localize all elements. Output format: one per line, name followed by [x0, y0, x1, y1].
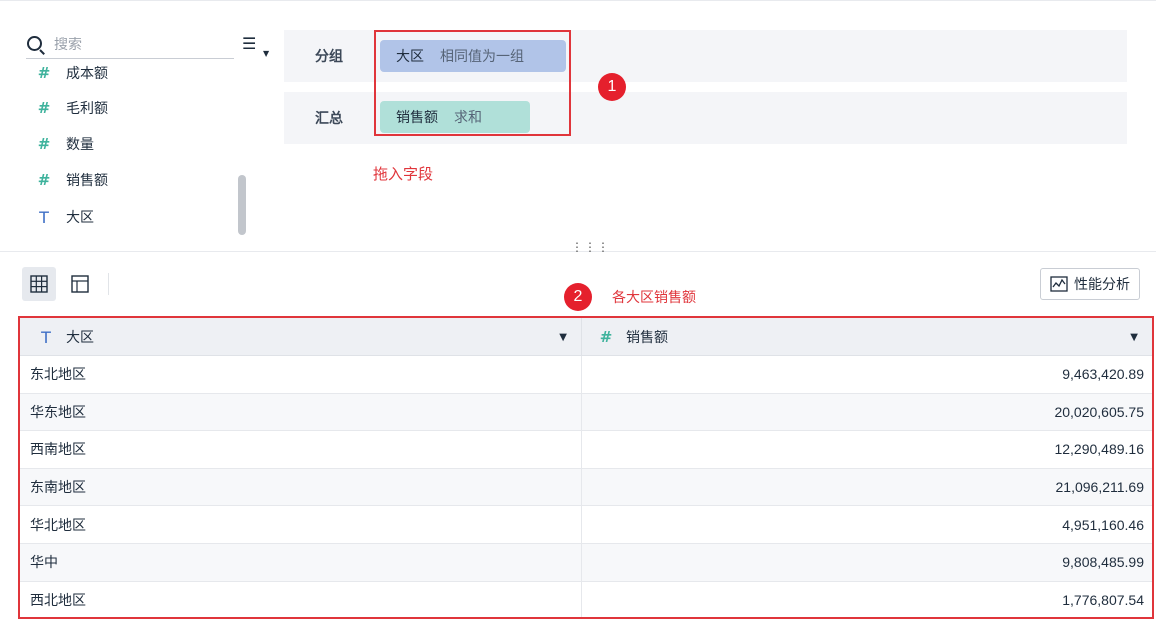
group-label: 分组 [315, 49, 343, 65]
field-item-sales[interactable]: # 销售额 [34, 168, 108, 192]
performance-chart-icon [1050, 276, 1068, 292]
summary-label: 汇总 [315, 111, 343, 127]
search-icon [26, 35, 46, 55]
field-item-label: 毛利额 [66, 101, 108, 117]
cell-sales: 1,776,807.54 [1062, 592, 1144, 609]
field-list-scrollbar[interactable] [238, 175, 246, 235]
column-menu-icon[interactable]: ▼ [1130, 332, 1138, 343]
highlight-box-fields [374, 30, 571, 136]
cell-sales: 9,808,485.99 [1062, 554, 1144, 571]
table-row: 西北地区 1,776,807.54 [20, 581, 1152, 617]
table-row: 华北地区 4,951,160.46 [20, 506, 1152, 544]
cell-region: 东北地区 [20, 356, 582, 393]
performance-analysis-label: 性能分析 [1074, 277, 1130, 293]
field-item-quantity[interactable]: # 数量 [34, 132, 94, 156]
field-item-label: 大区 [66, 210, 94, 226]
table-header: T 大区 ▼ # 销售额 ▼ [20, 318, 1152, 356]
column-header-label: 大区 [66, 330, 94, 346]
field-item-label: 销售额 [66, 173, 108, 189]
table-annotation: 各大区销售额 [612, 290, 696, 306]
cell-region: 华中 [20, 544, 582, 581]
cell-region: 东南地区 [20, 468, 582, 506]
table-row: 西南地区 12,290,489.16 [20, 431, 1152, 469]
field-item-label: 成本额 [66, 66, 108, 82]
table-view-button[interactable] [22, 267, 56, 301]
field-item-label: 数量 [66, 137, 94, 153]
column-header-sales[interactable]: # 销售额 ▼ [582, 318, 1152, 356]
pivot-view-button[interactable] [63, 267, 97, 301]
table-row: 华中 9,808,485.99 [20, 544, 1152, 582]
hash-icon: # [37, 135, 51, 153]
result-table: T 大区 ▼ # 销售额 ▼ 东北地区 9,463,420.89 华东地区 20… [18, 316, 1154, 619]
toolbar-separator [108, 273, 109, 295]
cell-sales: 12,290,489.16 [1054, 441, 1144, 458]
cell-region: 西北地区 [20, 581, 582, 617]
text-type-icon: T [41, 327, 51, 347]
table-row: 华东地区 20,020,605.75 [20, 393, 1152, 432]
caret-down-icon: ▼ [263, 49, 270, 58]
cell-sales: 9,463,420.89 [1062, 366, 1144, 383]
field-list: # 成本额 # 毛利额 # 数量 # 销售额 T 大区 [22, 53, 262, 241]
hash-icon: # [37, 64, 51, 82]
cell-sales: 4,951,160.46 [1062, 516, 1144, 533]
step-badge-1: 1 [598, 73, 626, 101]
column-menu-icon[interactable]: ▼ [559, 332, 567, 343]
search-input[interactable] [54, 36, 224, 53]
resize-handle-icon[interactable]: ⋮⋮⋮ [571, 241, 610, 253]
field-item-cost[interactable]: # 成本额 [34, 61, 108, 85]
cell-region: 华东地区 [20, 393, 582, 431]
column-header-region[interactable]: T 大区 ▼ [20, 318, 582, 356]
hash-icon: # [599, 328, 613, 346]
config-area: ☰ ▼ # 成本额 # 毛利额 # 数量 # 销售额 T 大区 [0, 0, 1156, 252]
grid-icon [30, 275, 48, 293]
text-type-icon: T [39, 207, 49, 227]
field-item-gross-profit[interactable]: # 毛利额 [34, 96, 108, 120]
table-row: 东北地区 9,463,420.89 [20, 356, 1152, 394]
cell-region: 西南地区 [20, 431, 582, 468]
hash-icon: # [37, 171, 51, 189]
column-header-label: 销售额 [626, 330, 668, 346]
field-panel: ☰ ▼ # 成本额 # 毛利额 # 数量 # 销售额 T 大区 [22, 1, 272, 241]
performance-analysis-button[interactable]: 性能分析 [1040, 268, 1140, 300]
cell-region: 华北地区 [20, 506, 582, 543]
drag-field-annotation: 拖入字段 [373, 165, 434, 183]
cell-sales: 21,096,211.69 [1055, 479, 1145, 496]
field-item-region[interactable]: T 大区 [34, 205, 94, 229]
step-badge-2: 2 [564, 283, 592, 311]
hash-icon: # [37, 99, 51, 117]
cell-sales: 20,020,605.75 [1054, 403, 1144, 420]
table-row: 东南地区 21,096,211.69 [20, 468, 1152, 507]
sort-list-icon: ☰ [242, 34, 257, 53]
layout-icon [71, 275, 89, 293]
